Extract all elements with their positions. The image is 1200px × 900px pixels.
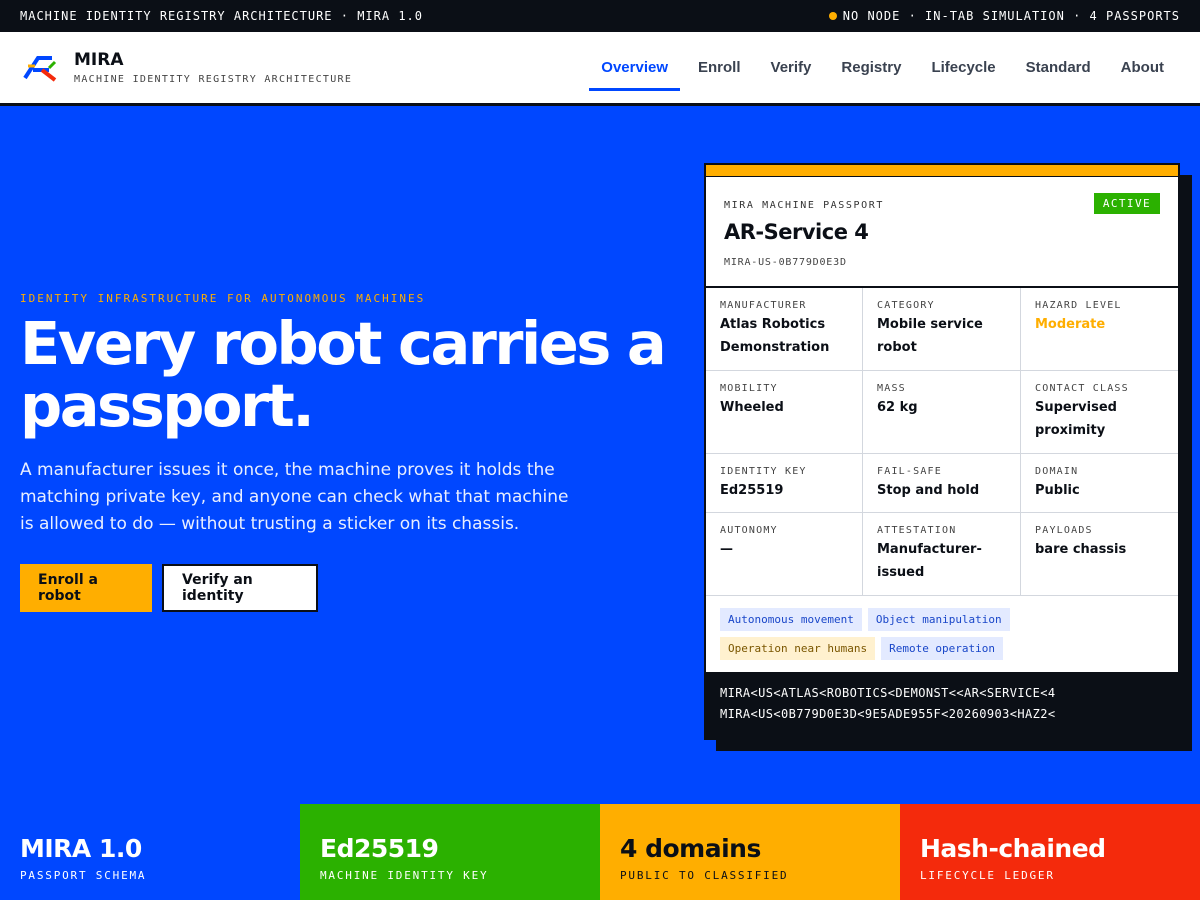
status-dot-icon [828, 12, 837, 20]
capability-tag: Autonomous movement [720, 608, 862, 631]
brand-home-link[interactable]: MIRA MACHINE IDENTITY REGISTRY ARCHITECT… [22, 50, 352, 85]
field-mobility: MOBILITY Wheeled [706, 371, 863, 454]
hero-description: A manufacturer issues it once, the machi… [20, 460, 569, 534]
mrz-line-1: MIRA<US<ATLAS<ROBOTICS<DEMONST<<AR<SERVI… [720, 686, 1056, 700]
stat-label: PASSPORT SCHEMA [20, 869, 147, 882]
field-label: DOMAIN [1035, 466, 1079, 477]
passport-card-top-band [706, 165, 1178, 177]
field-label: IDENTITY KEY [720, 466, 807, 477]
field-mass: MASS 62 kg [863, 371, 1021, 454]
nav-enroll[interactable]: Enroll [686, 32, 753, 103]
hero-headline: Every robot carries a passport. [20, 309, 667, 440]
status-badge: ACTIVE [1093, 193, 1160, 214]
stat-identity-key: Ed25519 MACHINE IDENTITY KEY [300, 804, 600, 900]
capability-tag-warning: Operation near humans [720, 637, 876, 660]
top-bar-title: MACHINE IDENTITY REGISTRY ARCHITECTURE ·… [20, 9, 424, 23]
simulation-status-text: NO NODE · IN-TAB SIMULATION · 4 PASSPORT… [842, 9, 1180, 23]
field-attestation: ATTESTATION Manufacturer-issued [863, 513, 1021, 596]
simulation-status: NO NODE · IN-TAB SIMULATION · 4 PASSPORT… [828, 9, 1180, 23]
field-value: Supervised proximity [1035, 400, 1117, 438]
field-label: MANUFACTURER [720, 300, 807, 311]
stat-domains: 4 domains PUBLIC TO CLASSIFIED [600, 804, 900, 900]
stat-value: MIRA 1.0 [20, 834, 142, 863]
passport-header: MIRA MACHINE PASSPORT AR-Service 4 MIRA-… [706, 177, 1178, 288]
stat-value: Hash-chained [920, 834, 1106, 863]
field-value: Ed25519 [720, 483, 784, 498]
brand-subtitle: MACHINE IDENTITY REGISTRY ARCHITECTURE [74, 74, 353, 85]
passport-machine-name: AR-Service 4 [724, 220, 869, 244]
field-hazard-level: HAZARD LEVEL Moderate [1021, 288, 1178, 371]
field-fail-safe: FAIL-SAFE Stop and hold [863, 454, 1021, 513]
field-payloads: PAYLOADS bare chassis [1021, 513, 1178, 596]
enroll-robot-button[interactable]: Enroll a robot [20, 564, 152, 612]
machine-readable-zone: MIRA<US<ATLAS<ROBOTICS<DEMONST<<AR<SERVI… [706, 672, 1178, 738]
verify-identity-button[interactable]: Verify an identity [162, 564, 318, 612]
stats-band: MIRA 1.0 PASSPORT SCHEMA Ed25519 MACHINE… [0, 804, 1200, 900]
stat-label: LIFECYCLE LEDGER [920, 869, 1055, 882]
field-value: Public [1035, 483, 1080, 498]
passport-fields: MANUFACTURER Atlas Robotics Demonstration… [706, 288, 1178, 596]
field-label: ATTESTATION [877, 525, 957, 536]
field-value: Stop and hold [877, 483, 980, 498]
field-label: MOBILITY [720, 383, 778, 394]
field-manufacturer: MANUFACTURER Atlas Robotics Demonstration [706, 288, 863, 371]
field-value: Atlas Robotics Demonstration [720, 317, 830, 355]
nav-about[interactable]: About [1109, 32, 1176, 103]
capability-tag: Object manipulation [867, 608, 1010, 631]
field-value: Wheeled [720, 400, 784, 415]
field-domain: DOMAIN Public [1021, 454, 1178, 513]
nav-standard[interactable]: Standard [1014, 32, 1103, 103]
stat-value: Ed25519 [320, 834, 439, 863]
field-value: Mobile service robot [877, 317, 983, 355]
nav-registry[interactable]: Registry [829, 32, 913, 103]
field-value: bare chassis [1035, 542, 1127, 557]
field-label: MASS [877, 383, 906, 394]
stat-passport-schema: MIRA 1.0 PASSPORT SCHEMA [0, 804, 300, 900]
brand-name: MIRA [74, 50, 124, 70]
top-status-bar: MACHINE IDENTITY REGISTRY ARCHITECTURE ·… [0, 0, 1200, 32]
field-category: CATEGORY Mobile service robot [863, 288, 1021, 371]
field-label: CATEGORY [877, 300, 935, 311]
nav-overview[interactable]: Overview [589, 32, 680, 103]
nav-links: Overview Enroll Verify Registry Lifecycl… [586, 32, 1179, 103]
passport-card: MIRA MACHINE PASSPORT AR-Service 4 MIRA-… [704, 163, 1180, 740]
mira-r-logo-icon [23, 55, 57, 82]
nav-verify[interactable]: Verify [759, 32, 824, 103]
field-label: PAYLOADS [1035, 525, 1093, 536]
field-value: Moderate [1035, 317, 1106, 332]
field-value: — [720, 542, 733, 557]
field-contact-class: CONTACT CLASS Supervised proximity [1021, 371, 1178, 454]
main-navigation: MIRA MACHINE IDENTITY REGISTRY ARCHITECT… [0, 32, 1200, 106]
field-value: Manufacturer-issued [877, 542, 982, 580]
hero-eyebrow: IDENTITY INFRASTRUCTURE FOR AUTONOMOUS M… [20, 292, 426, 305]
mrz-line-2: MIRA<US<0B779D0E3D<9E5ADE955F<20260903<H… [720, 707, 1056, 721]
capability-tag: Remote operation [881, 637, 1004, 660]
field-autonomy: AUTONOMY — [706, 513, 863, 596]
nav-lifecycle[interactable]: Lifecycle [919, 32, 1007, 103]
field-identity-key: IDENTITY KEY Ed25519 [706, 454, 863, 513]
stat-value: 4 domains [620, 834, 761, 863]
field-value: 62 kg [877, 400, 918, 415]
field-label: AUTONOMY [720, 525, 778, 536]
field-label: FAIL-SAFE [877, 466, 942, 477]
stat-lifecycle-ledger: Hash-chained LIFECYCLE LEDGER [900, 804, 1200, 900]
stat-label: PUBLIC TO CLASSIFIED [620, 869, 789, 882]
capability-tags: Autonomous movement Object manipulation … [706, 596, 1178, 672]
stat-label: MACHINE IDENTITY KEY [320, 869, 489, 882]
passport-id: MIRA-US-0B779D0E3D [724, 257, 847, 268]
field-label: CONTACT CLASS [1035, 383, 1129, 394]
field-label: HAZARD LEVEL [1035, 300, 1122, 311]
